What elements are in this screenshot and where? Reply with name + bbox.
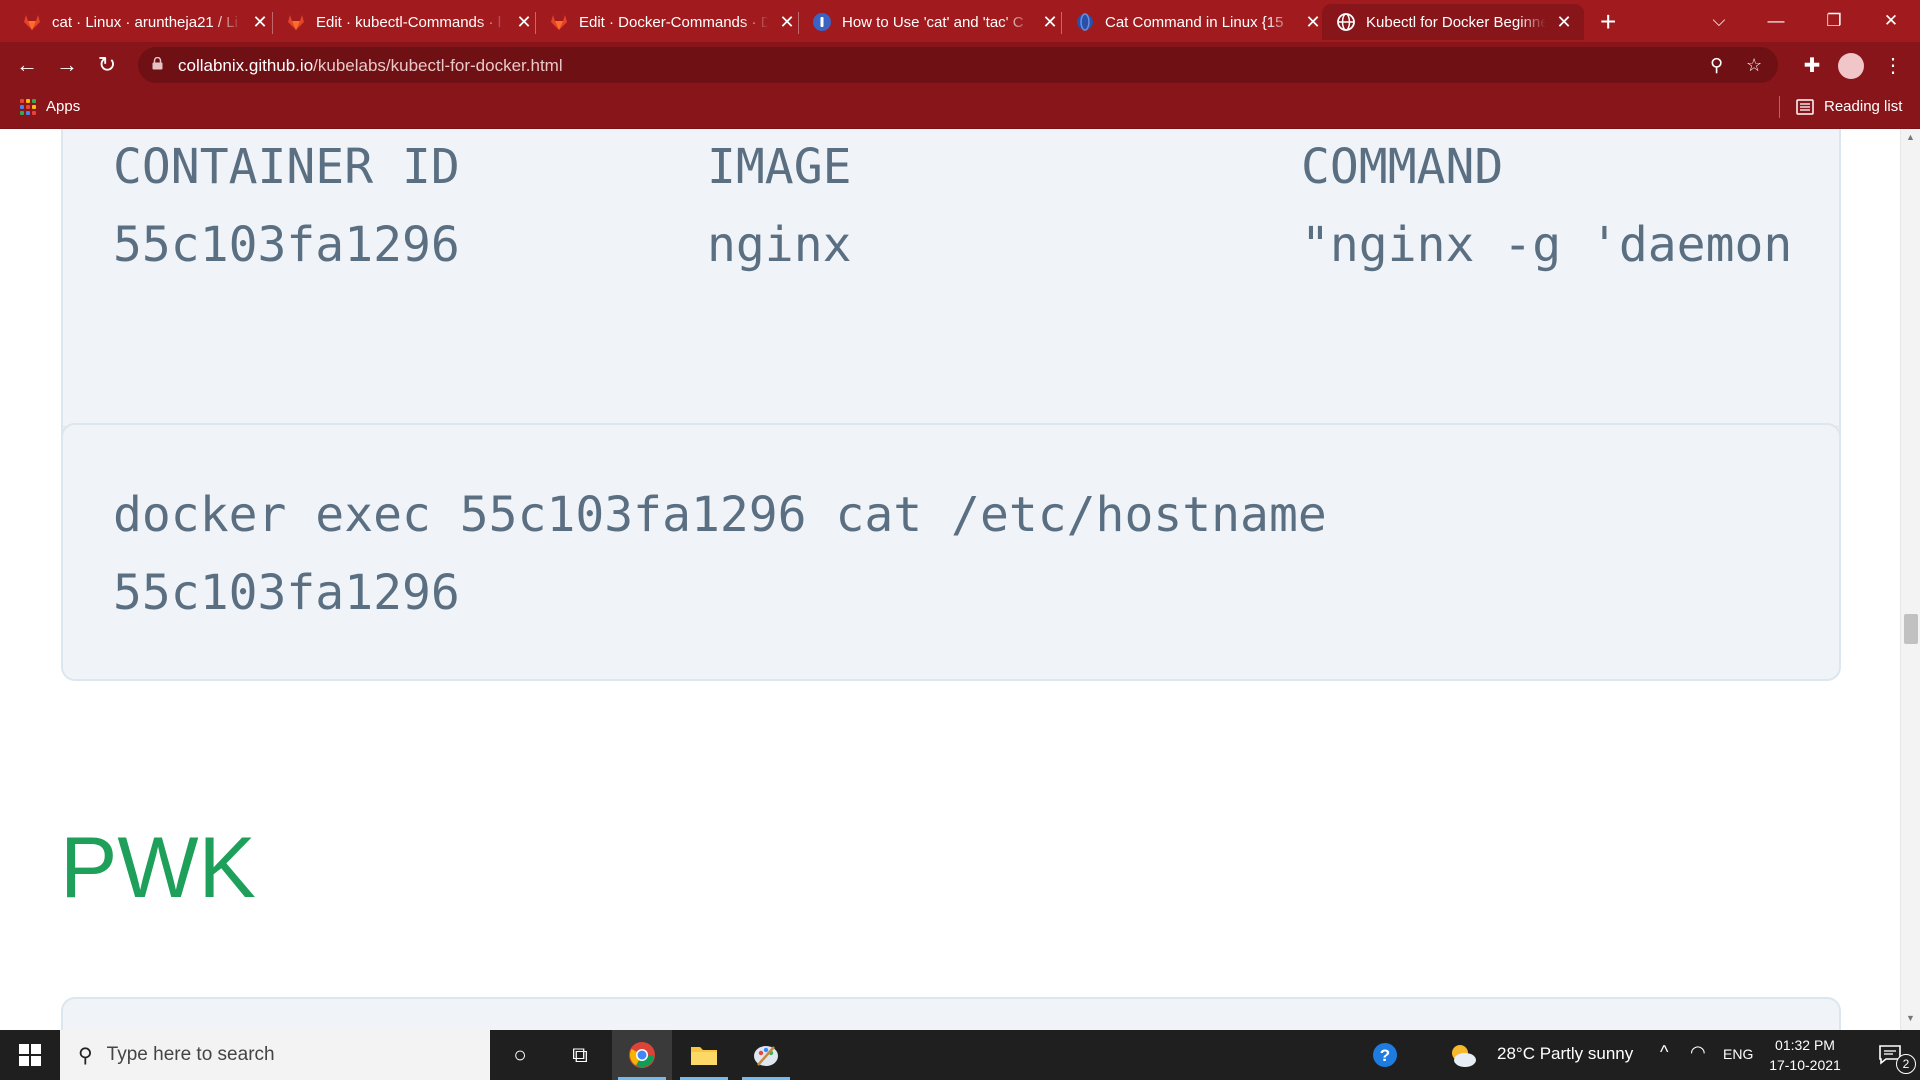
- url-path: /kubelabs/kubectl-for-docker.html: [313, 56, 563, 75]
- svg-text:?: ?: [1380, 1046, 1390, 1065]
- back-arrow-icon[interactable]: ←: [12, 50, 42, 80]
- tab-title: Edit · Docker-Commands · D: [579, 13, 769, 31]
- next-code-block[interactable]: [61, 997, 1841, 1030]
- docker-exec-code-block[interactable]: docker exec 55c103fa1296 cat /etc/hostna…: [61, 423, 1841, 681]
- apps-shortcut[interactable]: Apps: [20, 98, 80, 115]
- tray-chevron-up-icon[interactable]: ^: [1660, 1042, 1668, 1063]
- weather-text[interactable]: 28°C Partly sunny: [1497, 1044, 1633, 1064]
- menu-kebab-icon[interactable]: ⋮: [1878, 50, 1908, 80]
- search-placeholder: Type here to search: [106, 1044, 275, 1065]
- tab-search-chevron-icon[interactable]: ⌵: [1690, 0, 1748, 42]
- section-heading: PWK: [60, 820, 256, 916]
- network-icon[interactable]: ◠: [1690, 1042, 1706, 1063]
- tab-3[interactable]: How to Use 'cat' and 'tac' C ✕: [790, 4, 1060, 40]
- file-explorer-icon[interactable]: [674, 1030, 734, 1080]
- url-text[interactable]: collabnix.github.io/kubelabs/kubectl-for…: [178, 56, 563, 76]
- tab-5-active[interactable]: Kubectl for Docker Beginne ✕: [1322, 4, 1584, 40]
- column-header-image: IMAGE: [707, 139, 852, 195]
- taskbar-clock[interactable]: 01:32 PM 17-10-2021: [1760, 1035, 1850, 1075]
- close-window-icon[interactable]: ✕: [1862, 0, 1920, 42]
- notification-count-badge: 2: [1896, 1054, 1916, 1074]
- browser-toolbar: ← → ↻ collabnix.github.io/kubelabs/kubec…: [0, 42, 1920, 88]
- address-bar[interactable]: collabnix.github.io/kubelabs/kubectl-for…: [138, 47, 1778, 83]
- page-viewport[interactable]: CONTAINER ID IMAGE COMMAND 55c103fa1296 …: [0, 129, 1900, 1030]
- start-button[interactable]: [0, 1030, 60, 1080]
- apps-grid-icon: [20, 98, 36, 115]
- taskbar-search-box[interactable]: ⚲ Type here to search: [60, 1030, 490, 1080]
- scroll-up-arrow-icon[interactable]: ▲: [1906, 132, 1915, 142]
- reading-list-label: Reading list: [1824, 98, 1903, 115]
- tab-4[interactable]: Cat Command in Linux {15 ✕: [1053, 4, 1323, 40]
- vertical-scroll-thumb[interactable]: [1904, 614, 1918, 644]
- zoom-icon[interactable]: ⚲: [1710, 55, 1723, 76]
- bookmark-separator: [1779, 96, 1780, 118]
- extensions-puzzle-icon[interactable]: ✚: [1797, 50, 1827, 80]
- task-view-icon[interactable]: ⧉: [550, 1030, 610, 1080]
- tab-1[interactable]: Edit · kubectl-Commands · l ✕: [264, 4, 534, 40]
- gitlab-fox-icon: [24, 15, 40, 30]
- windows-logo-icon: [19, 1044, 41, 1066]
- sun-cloud-icon: [1452, 1045, 1476, 1067]
- new-tab-button[interactable]: +: [1600, 6, 1616, 38]
- exec-command-line: docker exec 55c103fa1296 cat /etc/hostna…: [113, 487, 1327, 543]
- cortana-icon[interactable]: ○: [490, 1030, 550, 1080]
- notifications-button[interactable]: 2: [1862, 1030, 1920, 1080]
- lock-icon[interactable]: [152, 57, 163, 70]
- bookmarks-bar: Apps Reading list: [0, 88, 1920, 129]
- url-host: collabnix.github.io: [178, 56, 314, 75]
- reading-list-button[interactable]: Reading list: [1796, 98, 1902, 115]
- clock-time: 01:32 PM: [1775, 1037, 1835, 1053]
- close-tab-icon[interactable]: ✕: [1303, 12, 1323, 33]
- close-tab-icon[interactable]: ✕: [1554, 12, 1574, 33]
- clock-date: 17-10-2021: [1769, 1057, 1841, 1073]
- palette-icon: [754, 1046, 778, 1066]
- tab-title: cat · Linux · aruntheja21 / Li: [52, 13, 238, 31]
- container-id-cell: 55c103fa1296: [113, 217, 460, 273]
- site-shield-icon: [813, 13, 831, 31]
- tab-strip: cat · Linux · aruntheja21 / Li ✕ Edit · …: [0, 0, 1920, 42]
- folder-icon: [691, 1047, 717, 1065]
- exec-output-line: 55c103fa1296: [113, 565, 460, 621]
- command-cell: "nginx -g 'daemon: [1301, 217, 1793, 273]
- chrome-taskbar-icon[interactable]: [612, 1030, 672, 1080]
- column-header-command: COMMAND: [1301, 139, 1504, 195]
- site-globe-blue-icon: [1077, 13, 1093, 31]
- language-indicator[interactable]: ENG: [1723, 1046, 1753, 1062]
- bookmark-star-icon[interactable]: ☆: [1746, 55, 1762, 76]
- image-cell: nginx: [707, 217, 852, 273]
- forward-arrow-icon[interactable]: →: [52, 50, 82, 80]
- help-icon[interactable]: ?: [1355, 1030, 1415, 1080]
- help-circle-icon: ?: [1373, 1043, 1397, 1067]
- gitlab-fox-icon: [551, 15, 567, 30]
- tab-title: Edit · kubectl-Commands · l: [316, 13, 502, 31]
- gitlab-fox-icon: [288, 15, 304, 30]
- column-header-container-id: CONTAINER ID: [113, 139, 460, 195]
- paint-app-icon[interactable]: [736, 1030, 796, 1080]
- minimize-icon[interactable]: —: [1747, 0, 1805, 42]
- reload-icon[interactable]: ↻: [92, 50, 122, 80]
- restore-icon[interactable]: ❐: [1805, 0, 1863, 42]
- windows-taskbar: ⚲ Type here to search ○ ⧉ ? 28°C Partly …: [0, 1030, 1920, 1080]
- scroll-down-arrow-icon[interactable]: ▼: [1906, 1013, 1915, 1023]
- vertical-scrollbar[interactable]: ▲ ▼: [1900, 129, 1920, 1030]
- reading-list-icon: [1796, 98, 1814, 115]
- weather-partly-sunny-icon[interactable]: [1445, 1030, 1481, 1080]
- tab-0[interactable]: cat · Linux · aruntheja21 / Li ✕: [0, 4, 270, 40]
- tab-title: How to Use 'cat' and 'tac' C: [842, 13, 1024, 31]
- chrome-logo-icon: [629, 1042, 655, 1068]
- apps-label: Apps: [46, 98, 81, 115]
- profile-avatar[interactable]: [1838, 53, 1864, 79]
- tab-2[interactable]: Edit · Docker-Commands · D ✕: [527, 4, 797, 40]
- tab-title: Kubectl for Docker Beginne: [1366, 13, 1546, 31]
- search-icon: ⚲: [78, 1044, 93, 1067]
- tab-title: Cat Command in Linux {15: [1105, 13, 1284, 31]
- globe-icon: [1337, 13, 1355, 31]
